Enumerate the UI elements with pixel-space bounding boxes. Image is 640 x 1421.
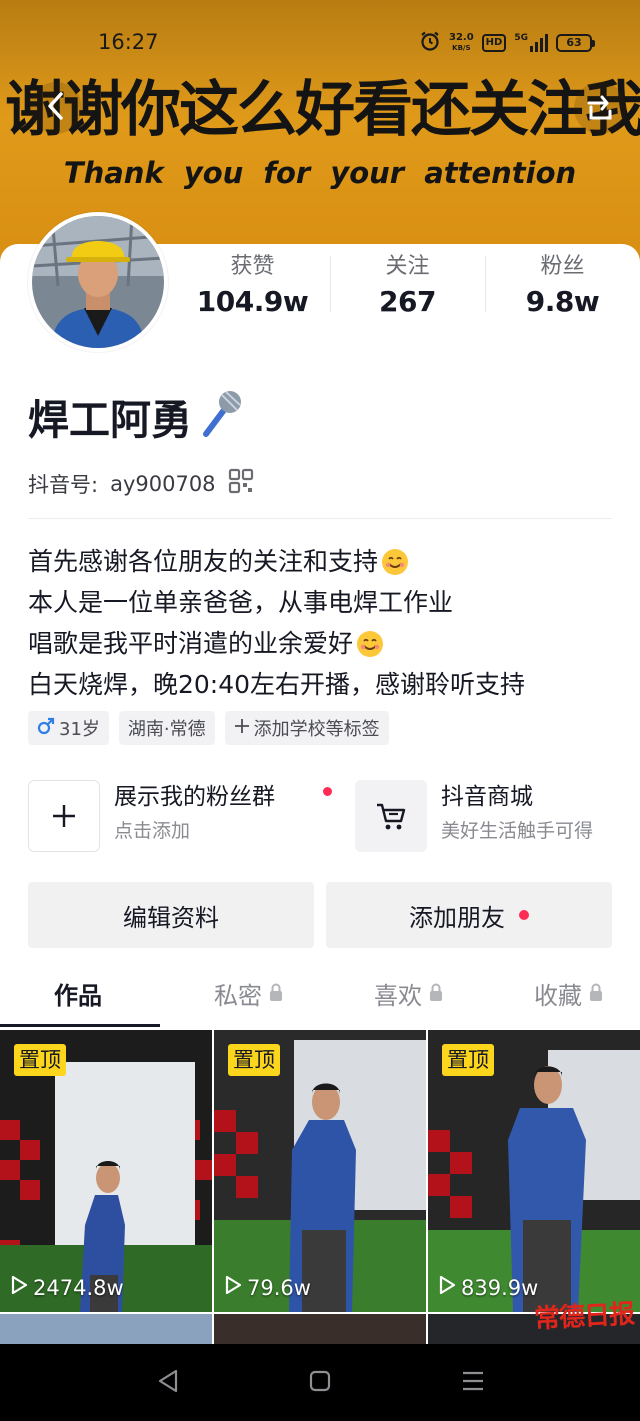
stat-label: 获赞 (230, 254, 275, 279)
qr-code-icon[interactable] (228, 468, 254, 499)
play-count: 2474.8w (10, 1275, 124, 1300)
share-button[interactable] (574, 82, 626, 134)
pinned-badge: 置顶 (442, 1044, 494, 1076)
bio-line: 本人是一位单亲爸爸，从事电焊工作业 (28, 588, 454, 617)
douyin-id-row[interactable]: 抖音号: ay900708 (28, 468, 254, 499)
video-thumbnail[interactable]: 置顶 839.9w (428, 1030, 640, 1312)
content-tabs: 作品 私密 喜欢 收藏 (0, 966, 640, 1026)
back-button[interactable] (30, 82, 82, 134)
share-icon (583, 91, 617, 125)
nav-home-icon[interactable] (308, 1368, 332, 1398)
signal-icon (530, 34, 548, 52)
male-icon (37, 717, 55, 740)
profile-name: 焊工阿勇 (28, 388, 244, 452)
notification-dot (519, 910, 529, 920)
stat-value: 9.8w (525, 285, 600, 318)
alarm-icon (419, 30, 441, 56)
stats-row: 获赞 104.9w 关注 267 粉丝 9.8w (175, 250, 640, 326)
status-bar: 16:27 32.0 KB/S HD 5G 63 (0, 28, 640, 58)
lock-icon (588, 980, 604, 1008)
avatar[interactable] (28, 212, 168, 352)
shop-subtitle: 美好生活触手可得 (441, 820, 594, 842)
add-friend-button[interactable]: 添加朋友 (326, 882, 612, 948)
tab-favorites[interactable]: 收藏 (534, 976, 604, 1011)
tab-works[interactable]: 作品 (54, 976, 102, 1011)
play-count: 839.9w (438, 1275, 538, 1300)
cart-icon (355, 780, 427, 852)
stat-label: 粉丝 (540, 254, 585, 279)
stat-likes[interactable]: 获赞 104.9w (175, 250, 330, 326)
pinned-badge: 置顶 (14, 1044, 66, 1076)
video-thumbnail[interactable] (214, 1314, 426, 1344)
smile-emoji-icon (380, 547, 410, 577)
plus-icon (234, 718, 250, 739)
fan-group-entry[interactable]: 展示我的粉丝群 点击添加 (28, 780, 332, 852)
play-icon (10, 1275, 28, 1300)
tab-likes[interactable]: 喜欢 (374, 976, 444, 1011)
stat-value: 104.9w (196, 285, 309, 318)
video-thumbnail[interactable] (0, 1314, 212, 1344)
nav-back-icon[interactable] (156, 1368, 180, 1398)
bio-line: 首先感谢各位朋友的关注和支持 (28, 541, 628, 582)
nav-menu-icon[interactable] (460, 1368, 486, 1398)
active-tab-indicator (0, 1024, 160, 1027)
microphone-icon (198, 388, 244, 452)
lock-icon (268, 980, 284, 1008)
plus-icon (28, 780, 100, 852)
tag-age[interactable]: 31岁 (28, 711, 109, 745)
stat-value: 267 (379, 285, 436, 318)
shop-entry[interactable]: 抖音商城 美好生活触手可得 (355, 780, 593, 852)
status-time: 16:27 (98, 30, 159, 54)
edit-profile-button[interactable]: 编辑资料 (28, 882, 314, 948)
douyin-id-label: 抖音号: (28, 472, 99, 497)
hd-badge: HD (481, 34, 507, 52)
banner-title-zh: 谢谢你这么好看还关注我 (5, 75, 640, 145)
bio-line: 白天烧焊，晚20:40左右开播，感谢聆听支持 (28, 670, 526, 699)
play-icon (224, 1275, 242, 1300)
stat-following[interactable]: 关注 267 (330, 250, 485, 326)
video-thumbnail[interactable]: 置顶 79.6w (214, 1030, 426, 1312)
divider (28, 518, 612, 519)
pinned-badge: 置顶 (228, 1044, 280, 1076)
stat-followers[interactable]: 粉丝 9.8w (485, 250, 640, 326)
tab-private[interactable]: 私密 (214, 976, 284, 1011)
stat-label: 关注 (385, 254, 430, 279)
bio-line: 唱歌是我平时消遣的业余爱好 (28, 623, 628, 664)
video-grid: 置顶 2474.8w 置顶 79.6w 置顶 839.9w (0, 1030, 640, 1312)
notification-dot (323, 786, 332, 796)
profile-tags: 31岁 湖南·常德 添加学校等标签 (28, 711, 389, 745)
lock-icon (428, 980, 444, 1008)
tag-location[interactable]: 湖南·常德 (118, 711, 215, 745)
watermark: 常德日报 (533, 1299, 635, 1335)
banner-title-en: Thank you for your attention (63, 156, 577, 190)
bio: 首先感谢各位朋友的关注和支持 本人是一位单亲爸爸，从事电焊工作业 唱歌是我平时消… (28, 541, 628, 705)
smile-emoji-icon (355, 629, 385, 659)
fan-group-title: 展示我的粉丝群 (114, 784, 275, 810)
video-thumbnail[interactable]: 置顶 2474.8w (0, 1030, 212, 1312)
system-nav-bar (0, 1344, 640, 1421)
back-icon (44, 91, 68, 125)
play-count: 79.6w (224, 1275, 311, 1300)
network-speed: 32.0 KB/S (448, 32, 474, 53)
tag-add[interactable]: 添加学校等标签 (224, 711, 389, 745)
battery-icon: 63 (556, 34, 595, 52)
fan-group-subtitle: 点击添加 (114, 820, 191, 842)
douyin-id-value: ay900708 (110, 471, 216, 496)
network-type: 5G (514, 33, 528, 43)
shop-title: 抖音商城 (441, 784, 533, 810)
play-icon (438, 1275, 456, 1300)
